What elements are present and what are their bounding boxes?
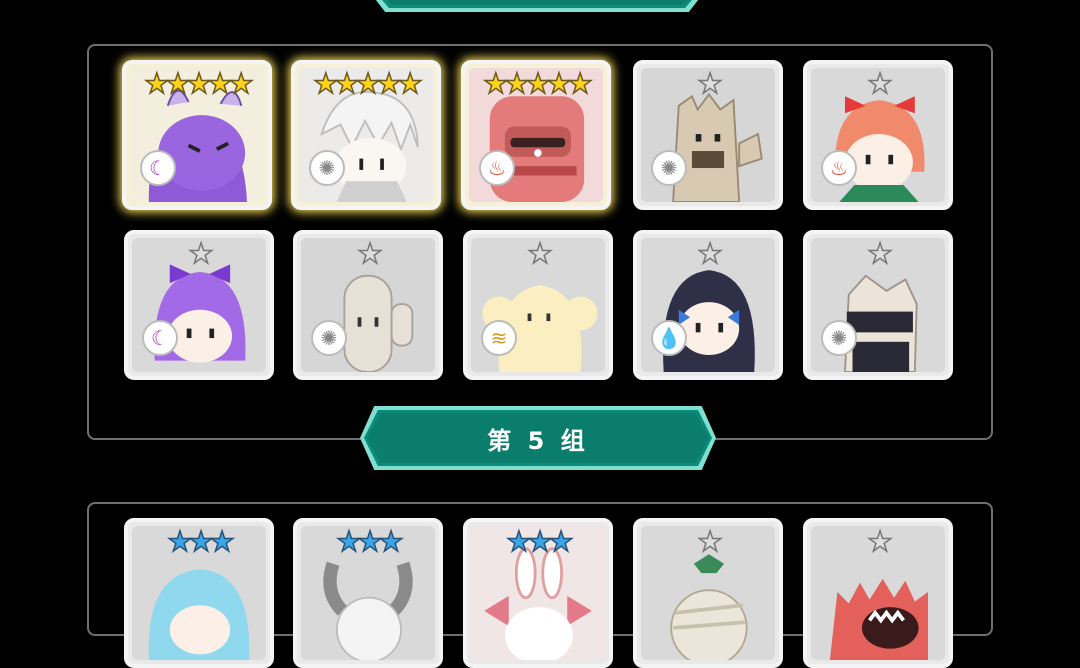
star-rating: ★★★ [336, 526, 405, 558]
star-rating: ★ [867, 68, 894, 100]
hero-card-rock-golem[interactable]: ★ ✺ [803, 230, 953, 380]
star-rating: ★★★★★ [482, 68, 593, 100]
star-rating: ★ [867, 238, 894, 270]
group5-banner: 第 5 组 [364, 410, 712, 466]
card-inner: ★★★★★ ☾ [130, 68, 264, 202]
card-inner: ★ ☾ [132, 238, 266, 372]
card-inner: ★ ✺ [641, 68, 775, 202]
card-inner: ★★★ [132, 526, 266, 660]
star-rating: ★ [867, 526, 894, 558]
hero-card-white-knight[interactable]: ★★★★★ ✺ [291, 60, 441, 210]
card-inner: ★ ≋ [471, 238, 605, 372]
star-rating: ★ [697, 526, 724, 558]
card-inner: ★ [811, 526, 945, 660]
hero-card-purple-dragon[interactable]: ★★★★★ ☾ [122, 60, 272, 210]
star-rating: ★★★★★ [312, 68, 423, 100]
card-inner: ★★★★★ ♨ [469, 68, 603, 202]
group5-banner-label: 第 5 组 [487, 426, 589, 455]
moon-icon: ☾ [142, 320, 178, 356]
card-inner: ★ [641, 526, 775, 660]
hero-card-purple-girl[interactable]: ★ ☾ [124, 230, 274, 380]
hero-card-rabbit[interactable]: ★★★ [463, 518, 613, 668]
hero-card-orange-girl[interactable]: ★ ♨ [803, 60, 953, 210]
card-inner: ★ ✺ [301, 238, 435, 372]
star-rating: ★★★★★ [143, 68, 254, 100]
wind-icon: ≋ [481, 320, 517, 356]
hero-card-yellow-ghost[interactable]: ★ ≋ [463, 230, 613, 380]
star-rating: ★★★ [167, 526, 236, 558]
card-inner: ★★★ [301, 526, 435, 660]
hero-card-red-monster[interactable]: ★ [803, 518, 953, 668]
hero-card-red-golem[interactable]: ★★★★★ ♨ [461, 60, 611, 210]
hero-card-horned-knight[interactable]: ★★★ [293, 518, 443, 668]
card-inner: ★ 💧 [641, 238, 775, 372]
top-banner [376, 0, 698, 8]
hero-card-cactus[interactable]: ★ ✺ [293, 230, 443, 380]
star-rating: ★ [527, 238, 554, 270]
card-inner: ★★★ [471, 526, 605, 660]
star-rating: ★★★ [506, 526, 575, 558]
moon-icon: ☾ [140, 150, 176, 186]
water-icon: 💧 [651, 320, 687, 356]
card-inner: ★ ✺ [811, 238, 945, 372]
sun-icon: ✺ [309, 150, 345, 186]
fire-icon: ♨ [479, 150, 515, 186]
sun-icon: ✺ [311, 320, 347, 356]
card-inner: ★★★★★ ✺ [299, 68, 433, 202]
star-rating: ★ [697, 238, 724, 270]
star-rating: ★ [188, 238, 215, 270]
hero-card-mummy[interactable]: ★ [633, 518, 783, 668]
hero-card-blue-hair-girl[interactable]: ★★★ [124, 518, 274, 668]
star-rating: ★ [697, 68, 724, 100]
hero-card-black-hair-girl[interactable]: ★ 💧 [633, 230, 783, 380]
card-inner: ★ ♨ [811, 68, 945, 202]
fire-icon: ♨ [821, 150, 857, 186]
star-rating: ★ [357, 238, 384, 270]
sun-icon: ✺ [651, 150, 687, 186]
hero-card-tree-stump[interactable]: ★ ✺ [633, 60, 783, 210]
sun-icon: ✺ [821, 320, 857, 356]
